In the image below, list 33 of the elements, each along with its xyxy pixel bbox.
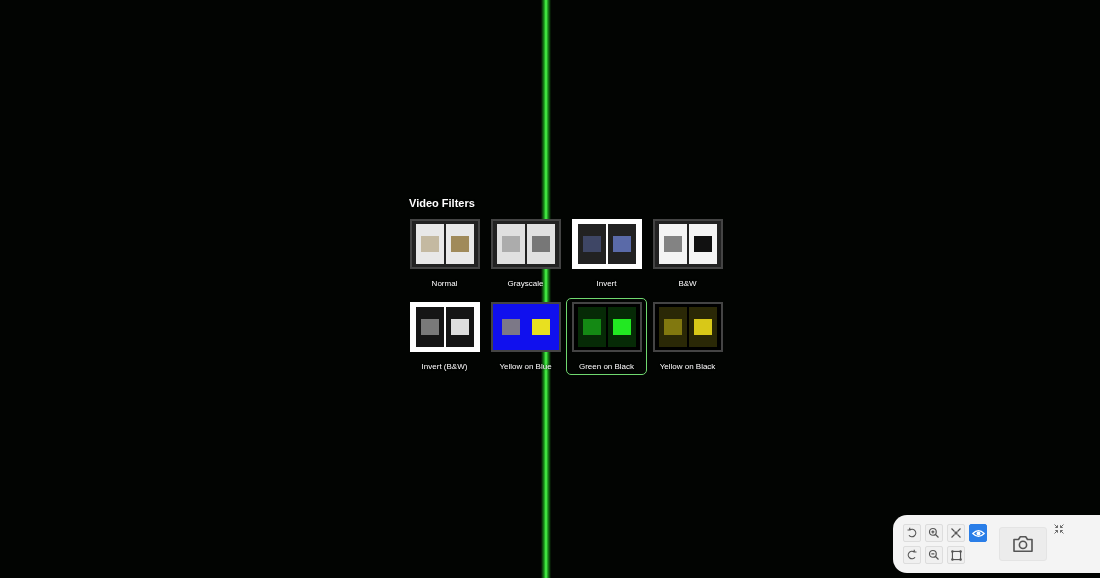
filter-preview [571, 302, 642, 352]
eye-button[interactable] [969, 524, 987, 542]
filter-preview [409, 219, 480, 269]
fit-icon [950, 527, 962, 539]
panel-title: Video Filters [409, 197, 475, 209]
collapse-icon [1053, 523, 1065, 535]
filter-option[interactable]: Green on Black [566, 298, 647, 375]
camera-icon [1012, 535, 1034, 553]
rotate-left-button[interactable] [903, 524, 921, 542]
filter-option[interactable]: Invert (B&W) [404, 298, 485, 375]
crop-button[interactable] [947, 546, 965, 564]
collapse-button[interactable] [1053, 523, 1065, 535]
filter-preview [571, 219, 642, 269]
zoom-in-button[interactable] [925, 524, 943, 542]
fit-button[interactable] [947, 524, 965, 542]
frame-corners-icon [949, 548, 963, 562]
filter-option[interactable]: Invert [566, 215, 647, 292]
filter-option[interactable]: Yellow on Black [647, 298, 728, 375]
filter-preview [490, 219, 561, 269]
rotate-right-icon [906, 549, 918, 561]
zoom-in-icon [928, 527, 940, 539]
zoom-out-icon [928, 549, 940, 561]
filter-preview [490, 302, 561, 352]
zoom-out-button[interactable] [925, 546, 943, 564]
filter-option[interactable]: Grayscale [485, 215, 566, 292]
camera-button[interactable] [999, 527, 1047, 561]
filter-preview [652, 219, 723, 269]
filter-preview [409, 302, 480, 352]
filter-option[interactable]: B&W [647, 215, 728, 292]
rotate-right-button[interactable] [903, 546, 921, 564]
rotate-left-icon [906, 527, 918, 539]
filter-option[interactable]: Normal [404, 215, 485, 292]
filter-preview [652, 302, 723, 352]
